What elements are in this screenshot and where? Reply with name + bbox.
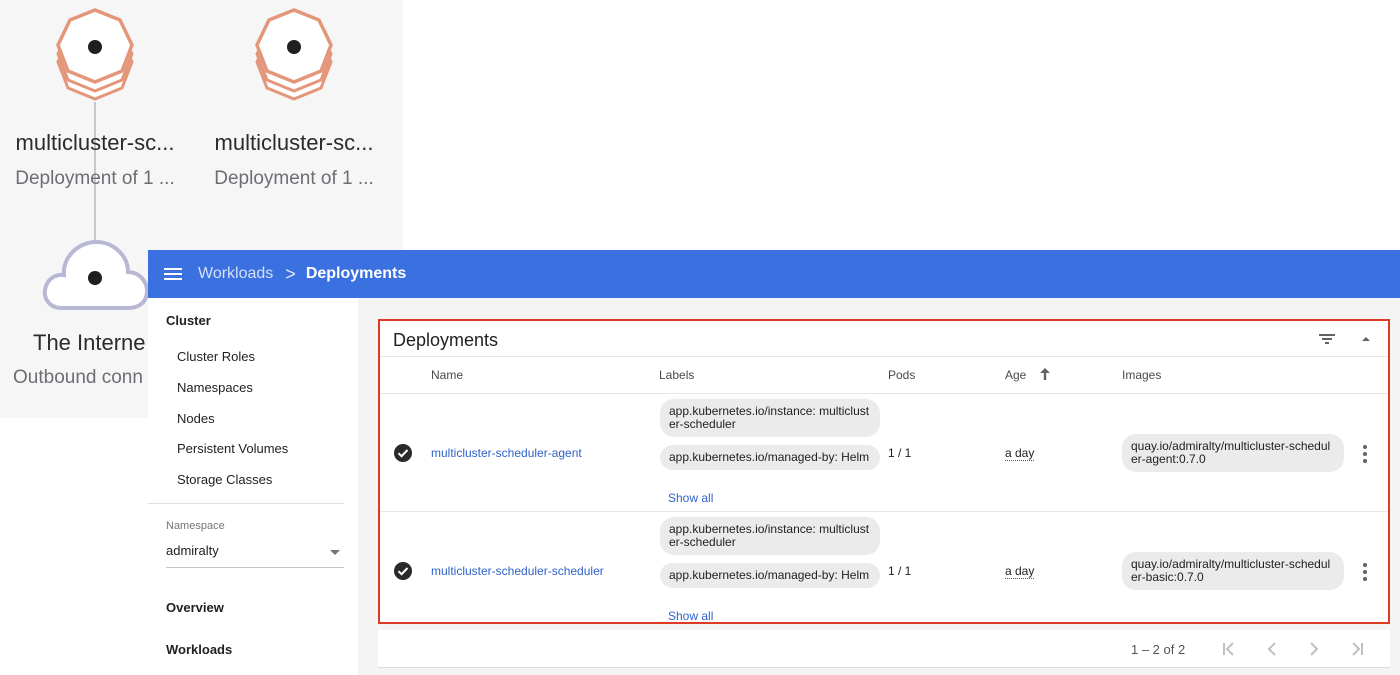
table-row: multicluster-scheduler-agent app.kuberne…: [380, 394, 1388, 512]
top-toolbar: Workloads > Deployments: [148, 250, 1400, 298]
pagination-range: 1 – 2 of 2: [1131, 642, 1186, 657]
sort-ascending-icon[interactable]: [1038, 366, 1052, 382]
deployments-card: Deployments Name Labels Pods Age Images: [378, 319, 1390, 624]
collapse-icon[interactable]: [1356, 329, 1376, 349]
namespace-label: Namespace: [166, 520, 225, 532]
nav-item-workloads[interactable]: Workloads: [166, 642, 232, 657]
breadcrumb-separator: >: [285, 263, 296, 284]
internet-subtitle: Outbound conn: [13, 367, 143, 388]
column-header-name[interactable]: Name: [431, 368, 463, 382]
previous-page-icon[interactable]: [1260, 639, 1284, 659]
label-chip: app.kubernetes.io/instance: multicluster…: [660, 517, 880, 555]
filter-icon[interactable]: [1316, 329, 1338, 349]
pods-count: 1 / 1: [888, 446, 912, 460]
show-all-link[interactable]: Show all: [668, 609, 713, 623]
nav-item-storage-classes[interactable]: Storage Classes: [177, 472, 272, 487]
nav-item-nodes[interactable]: Nodes: [177, 411, 215, 426]
column-header-age[interactable]: Age: [1005, 368, 1026, 382]
column-header-pods: Pods: [888, 368, 916, 382]
breadcrumb-current: Deployments: [305, 265, 407, 282]
next-page-icon[interactable]: [1302, 639, 1326, 659]
node-subtitle: Deployment of 1 ...: [214, 168, 374, 189]
nav-item-overview[interactable]: Overview: [166, 600, 224, 615]
dropdown-arrow-icon: [330, 550, 340, 555]
node-subtitle: Deployment of 1 ...: [15, 168, 175, 189]
deployment-name-link[interactable]: multicluster-scheduler-agent: [431, 446, 582, 460]
show-all-link[interactable]: Show all: [668, 491, 713, 505]
column-header-images: Images: [1122, 368, 1162, 382]
breadcrumb-workloads[interactable]: Workloads: [198, 265, 273, 283]
main-content: Deployments Name Labels Pods Age Images: [358, 298, 1400, 675]
label-chip: app.kubernetes.io/instance: multicluster…: [660, 399, 880, 437]
hamburger-menu-icon[interactable]: [148, 250, 198, 298]
first-page-icon[interactable]: [1218, 639, 1242, 659]
label-chip: app.kubernetes.io/managed-by: Helm: [660, 563, 880, 588]
card-title: Deployments: [393, 330, 499, 350]
kubernetes-dashboard: Workloads > Deployments Cluster Cluster …: [148, 250, 1400, 675]
pods-count: 1 / 1: [888, 564, 912, 578]
image-chip: quay.io/admiralty/multicluster-scheduler…: [1122, 434, 1344, 472]
internet-title: The Interne: [33, 330, 146, 355]
age-value: a day: [1005, 564, 1035, 579]
nav-item-persistent-volumes[interactable]: Persistent Volumes: [177, 441, 288, 456]
divider: [380, 356, 1388, 357]
side-navigation: Cluster Cluster Roles Namespaces Nodes P…: [148, 298, 358, 675]
more-actions-icon[interactable]: [1356, 562, 1374, 582]
age-value: a day: [1005, 446, 1035, 461]
last-page-icon[interactable]: [1344, 639, 1368, 659]
deployment-name-link[interactable]: multicluster-scheduler-scheduler: [431, 564, 604, 578]
namespace-value: admiralty: [166, 543, 219, 558]
deployment-node-icon[interactable]: [244, 5, 344, 105]
check-circle-icon: [393, 561, 413, 581]
deployment-node-icon[interactable]: [45, 5, 145, 105]
table-row: multicluster-scheduler-scheduler app.kub…: [380, 512, 1388, 624]
column-header-labels: Labels: [659, 368, 695, 382]
check-circle-icon: [393, 443, 413, 463]
namespace-select[interactable]: admiralty: [166, 540, 344, 568]
nav-item-namespaces[interactable]: Namespaces: [177, 380, 253, 395]
nav-section-cluster[interactable]: Cluster: [166, 313, 211, 328]
label-chip: app.kubernetes.io/managed-by: Helm: [660, 445, 880, 470]
nav-divider: [148, 503, 344, 504]
pagination-bar: 1 – 2 of 2: [378, 630, 1390, 668]
image-chip: quay.io/admiralty/multicluster-scheduler…: [1122, 552, 1344, 590]
internet-cloud-icon[interactable]: [40, 228, 152, 318]
node-title: multicluster-sc...: [214, 130, 374, 155]
more-actions-icon[interactable]: [1356, 444, 1374, 464]
node-title: multicluster-sc...: [15, 130, 175, 155]
nav-item-cluster-roles[interactable]: Cluster Roles: [177, 349, 255, 364]
